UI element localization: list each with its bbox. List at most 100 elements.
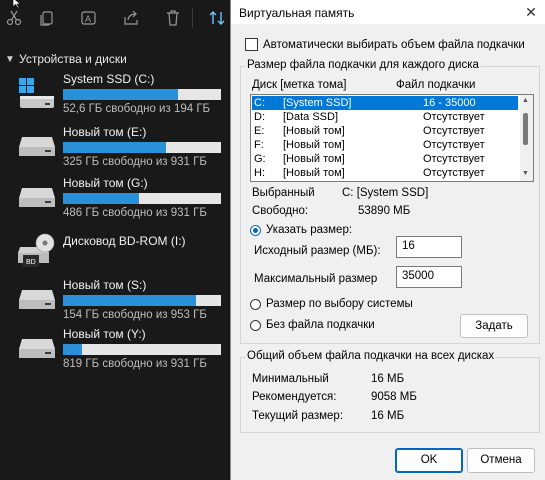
per-drive-group-label: Размер файла подкачки для каждого диска [245,59,481,71]
recommended-label: Рекомендуется: [252,391,337,403]
dialog-title: Виртуальная память [239,6,355,20]
selected-value: C: [System SSD] [342,187,429,199]
dialog-footer: OK Отмена [231,440,545,480]
row-label: [Data SSD] [283,111,339,123]
row-label: [Новый том] [283,167,345,179]
usage-bar [63,89,221,100]
max-size-label: Максимальный размер [254,273,378,285]
bd-label: BD [26,259,36,266]
drive-item-bd-rom[interactable]: BD Дисковод BD-ROM (I:) [0,229,232,275]
free-value: 53890 МБ [358,205,411,217]
usage-fill [63,193,139,204]
row-paging: Отсутствует [423,139,485,151]
drive-item-e[interactable]: Новый том (E:) 325 ГБ свободно из 931 ГБ [0,125,232,173]
set-button[interactable]: Задать [460,314,528,338]
drive-row-c[interactable]: C: [System SSD] 16 - 35000 [252,96,518,110]
drive-free-space: 52,6 ГБ свободно из 194 ГБ [63,103,211,115]
drive-item-c[interactable]: System SSD (C:) 52,6 ГБ свободно из 194 … [0,72,232,120]
cut-icon[interactable] [5,9,23,27]
row-letter: G: [254,153,266,165]
recommended-value: 9058 МБ [371,391,417,403]
initial-size-label: Исходный размер (МБ): [254,245,381,257]
initial-size-input[interactable]: 16 [396,236,462,258]
devices-section-header[interactable]: ▼ Устройства и диски [0,50,127,68]
auto-manage-option[interactable]: Автоматически выбирать объем файла подка… [245,38,525,51]
drive-row-f[interactable]: F: [Новый том] Отсутствует [252,138,518,152]
total-group-label: Общий объем файла подкачки на всех диска… [245,350,497,362]
sort-icon[interactable] [208,9,226,27]
usage-fill [63,295,196,306]
windows-drive-icon [19,78,54,108]
toolbar-separator [192,8,193,28]
share-icon[interactable] [122,9,140,27]
custom-size-option[interactable]: Указать размер: [250,224,352,236]
drive-item-s[interactable]: Новый том (S:) 154 ГБ свободно из 953 ГБ [0,278,232,326]
min-value: 16 МБ [371,373,405,385]
no-paging-radio[interactable] [250,319,261,331]
usage-fill [63,344,82,355]
row-letter: H: [254,167,265,179]
min-label: Минимальный [252,373,329,385]
row-label: [Новый том] [283,139,345,151]
free-label: Свободно: [252,205,309,217]
no-paging-label: Без файла подкачки [266,319,375,331]
rename-icon[interactable]: A [80,9,98,27]
drive-name: Дисковод BD-ROM (I:) [63,234,186,248]
drive-row-g[interactable]: G: [Новый том] Отсутствует [252,152,518,166]
row-label: [System SSD] [283,97,352,109]
selected-label: Выбранный [252,187,315,199]
dialog-titlebar[interactable]: Виртуальная память ✕ [231,0,545,24]
drive-free-space: 325 ГБ свободно из 931 ГБ [63,156,207,168]
cancel-button[interactable]: Отмена [467,448,535,473]
usage-fill [63,142,166,153]
drive-name: Новый том (S:) [63,278,147,292]
scroll-down-icon[interactable]: ▼ [522,170,529,177]
auto-manage-checkbox[interactable] [245,38,258,51]
row-paging: Отсутствует [423,153,485,165]
virtual-memory-dialog: Виртуальная память ✕ Автоматически выбир… [230,0,545,480]
usage-fill [63,89,179,100]
drive-name: Новый том (Y:) [63,327,146,341]
row-label: [Новый том] [283,153,345,165]
explorer-pane: A ▼ Устройства и диски System SSD (C:) 5… [0,0,232,480]
hard-drive-icon [19,290,55,309]
row-paging: Отсутствует [423,111,485,123]
row-letter: D: [254,111,265,123]
current-value: 16 МБ [371,410,405,422]
usage-bar [63,193,221,204]
row-label: [Новый том] [283,125,345,137]
row-paging: Отсутствует [423,125,485,137]
drive-free-space: 486 ГБ свободно из 931 ГБ [63,207,207,219]
auto-manage-label: Автоматически выбирать объем файла подка… [263,38,525,51]
system-managed-option[interactable]: Размер по выбору системы [250,298,413,310]
drive-row-d[interactable]: D: [Data SSD] Отсутствует [252,110,518,124]
drive-row-e[interactable]: E: [Новый том] Отсутствует [252,124,518,138]
svg-text:A: A [85,14,91,24]
scroll-thumb[interactable] [523,113,528,145]
bd-rom-icon: BD [18,233,55,267]
ok-button[interactable]: OK [395,448,463,473]
drive-free-space: 819 ГБ свободно из 931 ГБ [63,358,207,370]
custom-size-radio[interactable] [250,224,261,236]
row-letter: E: [254,125,265,137]
max-size-input[interactable]: 35000 [396,266,462,288]
drive-item-y[interactable]: Новый том (Y:) 819 ГБ свободно из 931 ГБ [0,327,232,375]
delete-icon[interactable] [164,9,182,27]
close-icon[interactable]: ✕ [522,4,540,20]
system-managed-radio[interactable] [250,298,261,310]
custom-size-label: Указать размер: [266,224,353,236]
explorer-toolbar: A [0,0,232,36]
list-scrollbar[interactable]: ▲ ▼ [520,95,533,181]
chevron-down-icon[interactable]: ▼ [5,54,19,65]
hard-drive-icon [19,339,55,358]
row-letter: C: [254,97,265,109]
drive-item-g[interactable]: Новый том (G:) 486 ГБ свободно из 931 ГБ [0,176,232,224]
no-paging-option[interactable]: Без файла подкачки [250,319,375,331]
usage-bar [63,142,221,153]
drive-row-h[interactable]: H: [Новый том] Отсутствует [252,166,518,180]
scroll-up-icon[interactable]: ▲ [522,97,529,104]
usage-bar [63,295,221,306]
drive-free-space: 154 ГБ свободно из 953 ГБ [63,309,207,321]
drive-list[interactable]: C: [System SSD] 16 - 35000 D: [Data SSD]… [250,94,534,182]
copy-icon[interactable] [38,9,56,27]
